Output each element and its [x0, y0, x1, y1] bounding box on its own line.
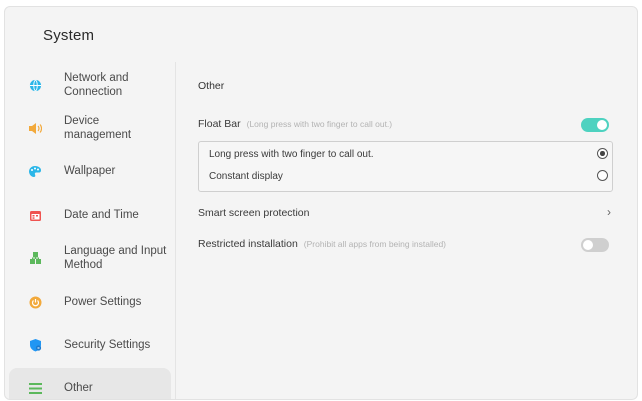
- option-long-press-radio[interactable]: [597, 148, 608, 159]
- sidebar-item-label: Other: [64, 382, 93, 394]
- sidebar-item-label: Language and Input Method: [64, 245, 167, 271]
- speaker-icon: [28, 121, 42, 135]
- sidebar-divider: [175, 62, 176, 399]
- sidebar-item-label: Wallpaper: [64, 165, 116, 177]
- restricted-installation-label: Restricted installation: [198, 238, 298, 250]
- sidebar-item-device-management[interactable]: Device management: [9, 108, 171, 148]
- toggle-knob: [583, 240, 593, 250]
- toggle-knob: [597, 120, 607, 130]
- shield-icon: [28, 338, 42, 352]
- settings-panel: Other Float Bar (Long press with two fing…: [177, 56, 637, 399]
- globe-icon: [28, 78, 42, 92]
- sidebar-item-network[interactable]: Network and Connection: [9, 65, 171, 105]
- sidebar-item-power[interactable]: Power Settings: [9, 282, 171, 322]
- option-constant-display-radio[interactable]: [597, 170, 608, 181]
- option-constant-display[interactable]: Constant display: [209, 171, 283, 182]
- sidebar-item-label: Date and Time: [64, 209, 139, 221]
- smart-screen-protection-row[interactable]: Smart screen protection: [198, 207, 309, 219]
- power-icon: [28, 295, 42, 309]
- list-icon: [28, 381, 42, 395]
- restricted-installation-row: Restricted installation (Prohibit all app…: [198, 238, 446, 250]
- smart-screen-protection-label: Smart screen protection: [198, 207, 310, 219]
- sidebar-item-label: Device management: [64, 115, 132, 141]
- float-bar-label: Float Bar: [198, 118, 241, 130]
- sidebar-item-label: Security Settings: [64, 339, 151, 351]
- float-bar-row: Float Bar (Long press with two finger to …: [198, 118, 392, 130]
- language-icon: [28, 251, 42, 265]
- sidebar-item-other[interactable]: Other: [9, 368, 171, 399]
- sidebar-item-label: Network and Connection: [64, 72, 129, 98]
- sidebar: Network and Connection Device management…: [9, 56, 171, 399]
- palette-icon: [28, 164, 42, 178]
- restricted-installation-toggle[interactable]: [581, 238, 609, 252]
- sidebar-item-wallpaper[interactable]: Wallpaper: [9, 151, 171, 191]
- sidebar-item-date-time[interactable]: Date and Time: [9, 195, 171, 235]
- system-settings-window: System Network and Connection Device man…: [4, 6, 638, 400]
- calendar-icon: [28, 208, 42, 222]
- sidebar-item-label: Power Settings: [64, 296, 142, 308]
- restricted-installation-hint: (Prohibit all apps from being installed): [303, 239, 447, 249]
- float-bar-options: Long press with two finger to call out. …: [198, 141, 613, 192]
- sidebar-item-security[interactable]: Security Settings: [9, 325, 171, 365]
- float-bar-hint: (Long press with two finger to call out.…: [246, 119, 393, 129]
- window-title: System: [43, 27, 95, 44]
- float-bar-toggle[interactable]: [581, 118, 609, 132]
- sidebar-item-language[interactable]: Language and Input Method: [9, 238, 171, 278]
- chevron-right-icon[interactable]: ›: [607, 205, 611, 219]
- option-long-press[interactable]: Long press with two finger to call out.: [209, 149, 374, 160]
- section-title: Other: [198, 80, 225, 92]
